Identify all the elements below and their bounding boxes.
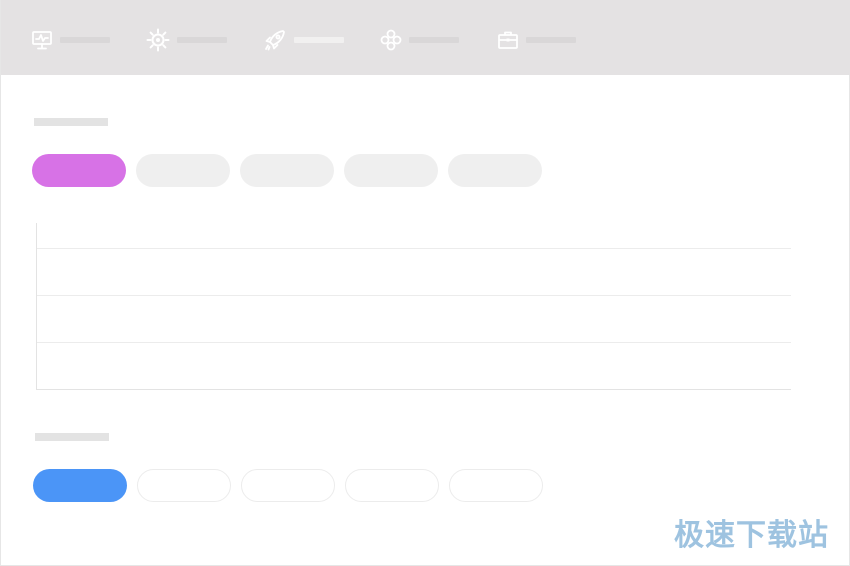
app-window: 极速下载站 (0, 0, 850, 566)
option-pill-active[interactable] (33, 469, 127, 502)
nav-item-monitor[interactable] (31, 27, 110, 53)
nav-label-placeholder (177, 37, 227, 43)
section-title-placeholder (35, 433, 109, 441)
nav-label-placeholder (294, 37, 344, 43)
content-list (36, 223, 791, 390)
monitor-icon (31, 29, 53, 51)
rocket-icon (263, 28, 287, 52)
tab-pill[interactable] (344, 154, 438, 187)
option-pill[interactable] (137, 469, 231, 502)
briefcase-icon (497, 29, 519, 51)
nav-item-settings[interactable] (146, 27, 227, 53)
tab-pill[interactable] (240, 154, 334, 187)
list-row-divider (37, 295, 791, 296)
clover-icon (380, 29, 402, 51)
nav-label-placeholder (409, 37, 459, 43)
nav-item-rocket[interactable] (263, 27, 344, 53)
nav-label-placeholder (60, 37, 110, 43)
nav-item-briefcase[interactable] (497, 27, 576, 53)
section-title-placeholder (34, 118, 108, 126)
list-row-divider (37, 342, 791, 343)
option-pill[interactable] (345, 469, 439, 502)
top-nav-bar (1, 0, 850, 75)
option-pill[interactable] (241, 469, 335, 502)
gear-icon (146, 28, 170, 52)
nav-label-placeholder (526, 37, 576, 43)
watermark-text: 极速下载站 (674, 518, 829, 553)
list-row-divider (37, 248, 791, 249)
tab-pill-active[interactable] (32, 154, 126, 187)
tab-pill[interactable] (448, 154, 542, 187)
option-pill[interactable] (449, 469, 543, 502)
nav-item-clover[interactable] (380, 27, 459, 53)
tab-pill[interactable] (136, 154, 230, 187)
